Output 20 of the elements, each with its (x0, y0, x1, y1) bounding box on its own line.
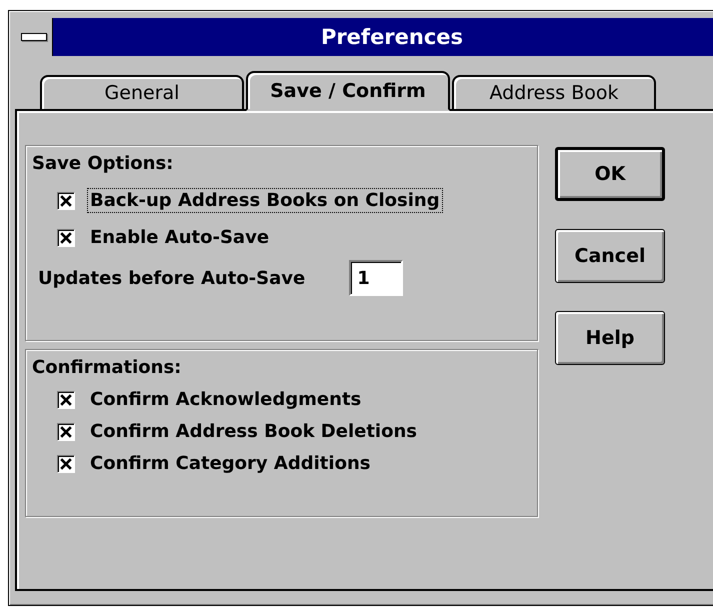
tab[interactable]: General (40, 75, 244, 109)
dialog-button[interactable]: Cancel (555, 229, 665, 283)
checkbox-box[interactable] (57, 228, 75, 246)
tab[interactable]: Save / Confirm (246, 71, 450, 111)
dialog-button[interactable]: OK (555, 147, 665, 201)
group-heading: Confirmations: (32, 356, 182, 380)
dialog-button[interactable]: Help (555, 311, 665, 365)
field-label: Updates before Auto-Save (38, 268, 306, 288)
checkbox[interactable]: Confirm Acknowledgments (57, 387, 531, 412)
checkbox-box[interactable] (57, 422, 75, 440)
checkbox-box[interactable] (57, 454, 75, 472)
checkbox-box[interactable] (57, 192, 75, 210)
group-heading: Save Options: (32, 152, 174, 176)
window-title: Preferences (320, 24, 464, 51)
tab[interactable]: Address Book (452, 75, 656, 109)
updates-input-field[interactable]: 1 (349, 260, 404, 296)
checkbox[interactable]: Confirm Address Book Deletions (57, 419, 531, 444)
checkbox-box[interactable] (57, 390, 75, 408)
checkbox[interactable]: Enable Auto-Save (57, 225, 531, 250)
checkbox[interactable]: Confirm Category Additions (57, 451, 531, 476)
